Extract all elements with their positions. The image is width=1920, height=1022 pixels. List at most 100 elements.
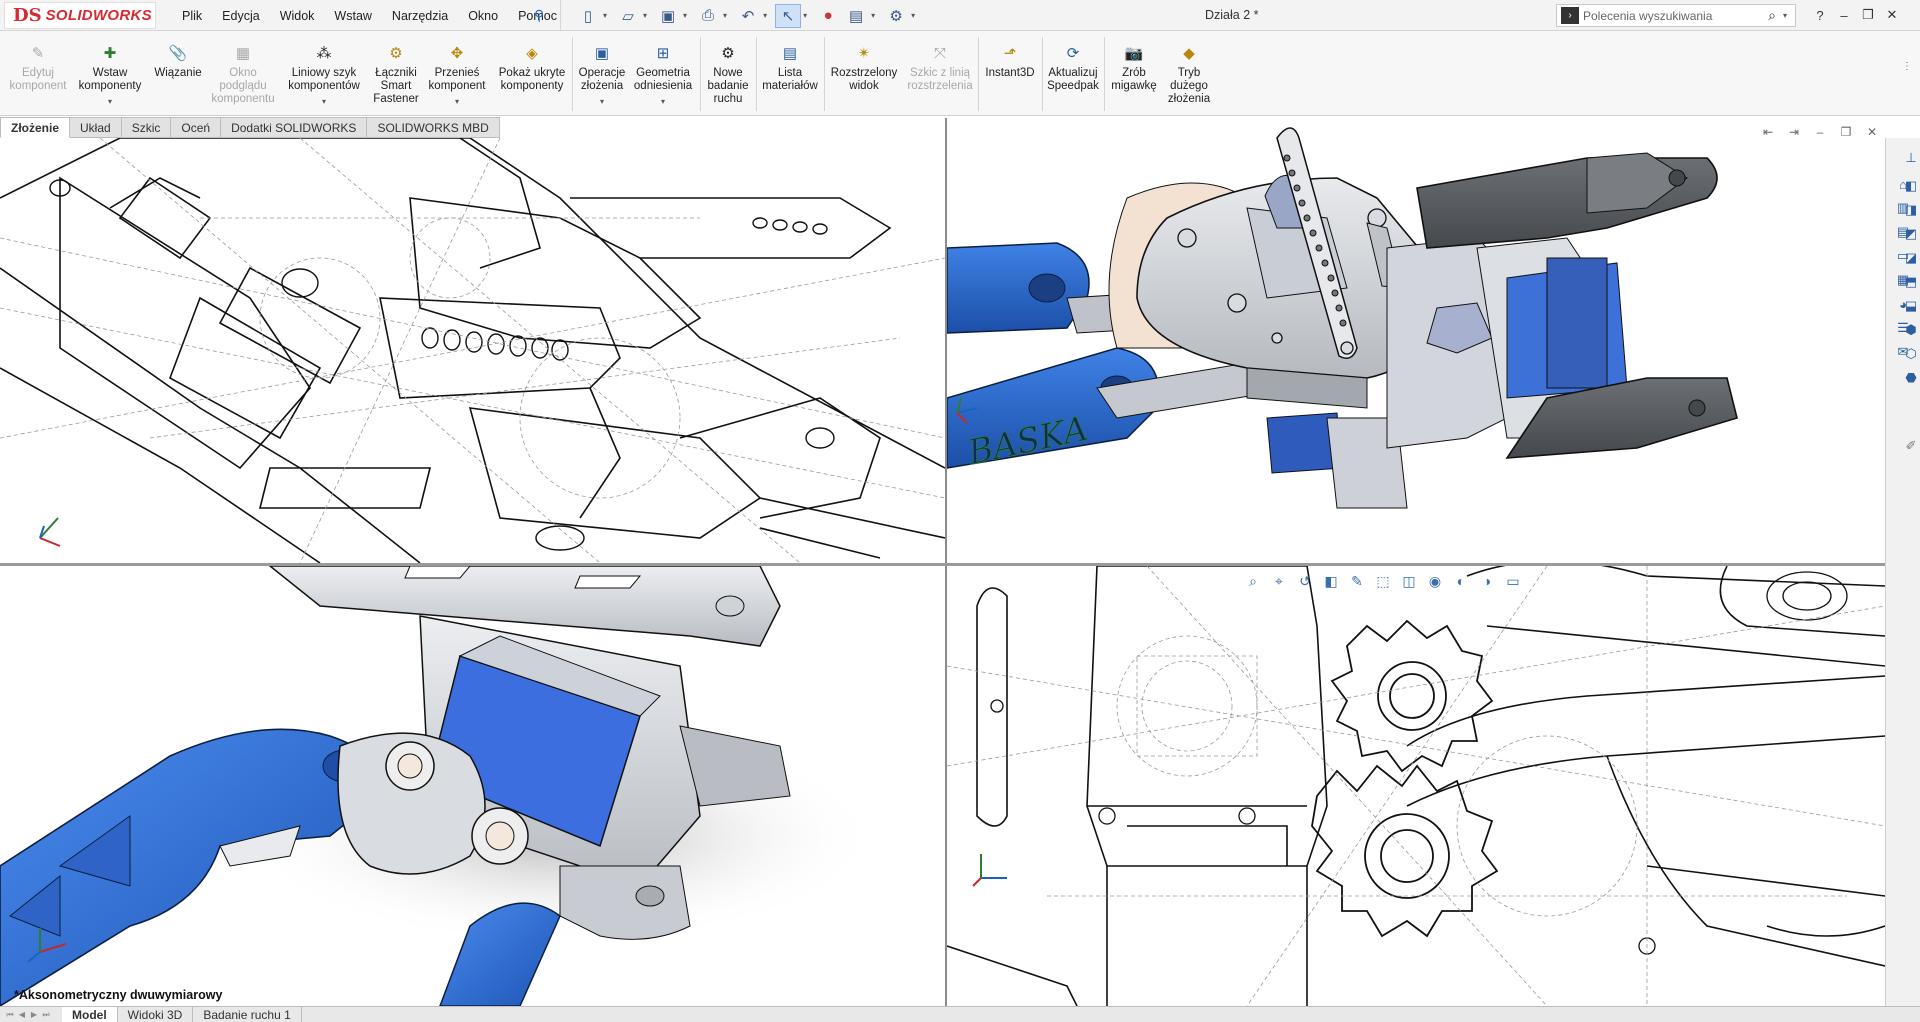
- previous-view-icon[interactable]: ↺: [1292, 570, 1318, 592]
- next-tab-icon[interactable]: ▶: [28, 1010, 40, 1020]
- chevron-down-icon[interactable]: ▾: [723, 11, 727, 20]
- tab-sketch[interactable]: Szkic: [121, 117, 172, 138]
- tab-assembly[interactable]: Złożenie: [0, 117, 71, 138]
- large-assembly-mode-button[interactable]: ◆ Tryb dużego złożenia: [1160, 43, 1218, 106]
- view-trimetric-icon[interactable]: ⬡: [1900, 344, 1920, 364]
- viewport-bottom-right[interactable]: [947, 566, 1885, 1006]
- menu-edit[interactable]: Edycja: [212, 9, 270, 23]
- update-speedpak-button[interactable]: ⟳ Aktualizuj Speedpak: [1044, 43, 1102, 93]
- tab-evaluate[interactable]: Oceń: [171, 117, 222, 138]
- solidworks-logo[interactable]: DS SOLIDWORKS: [4, 2, 156, 29]
- close-icon[interactable]: ✕: [1859, 124, 1885, 140]
- apply-scene-icon[interactable]: ◑: [1474, 570, 1500, 592]
- hide-show-items-icon[interactable]: ◉: [1422, 570, 1448, 592]
- mate-button[interactable]: 📎 Wiązanie: [150, 43, 206, 80]
- chevron-down-icon[interactable]: ▾: [1783, 11, 1787, 20]
- view-front-icon[interactable]: ◧: [1900, 176, 1920, 196]
- restore-icon[interactable]: ❐: [1856, 4, 1880, 26]
- dynamic-annotation-icon[interactable]: ✎: [1344, 570, 1370, 592]
- exploded-view-button[interactable]: ✴ Rozstrzelony widok: [828, 43, 900, 93]
- move-component-button[interactable]: ✥ Przenieś komponent ▾: [426, 43, 488, 108]
- take-snapshot-button[interactable]: 📷 Zrób migawkę: [1106, 43, 1162, 93]
- first-tab-icon[interactable]: ⏮: [4, 1010, 16, 1020]
- viewport-vertical-splitter[interactable]: [945, 118, 947, 1006]
- last-tab-icon[interactable]: ⏭: [40, 1010, 52, 1020]
- ribbon-collapse-icon[interactable]: ⋮: [1902, 61, 1912, 72]
- chevron-down-icon[interactable]: ▾: [643, 11, 647, 20]
- edit-component-button[interactable]: ✎ Edytuj komponent: [6, 43, 70, 93]
- show-hidden-components-button[interactable]: ◈ Pokaż ukryte komponenty: [496, 43, 568, 93]
- tab-solidworks-mbd[interactable]: SOLIDWORKS MBD: [367, 117, 500, 138]
- menu-insert[interactable]: Wstaw: [324, 9, 382, 23]
- options-gear-icon[interactable]: ⚙: [883, 4, 909, 28]
- assembly-features-button[interactable]: ▣ Operacje złożenia ▾: [574, 43, 630, 108]
- chevron-down-icon[interactable]: ▾: [322, 95, 326, 108]
- undo-icon[interactable]: ↶: [735, 4, 761, 28]
- new-motion-study-button[interactable]: ⚙ Nowe badanie ruchu: [702, 43, 754, 106]
- component-preview-button[interactable]: ▦ Okno podglądu komponentu: [208, 43, 278, 106]
- tab-model[interactable]: Model: [62, 1007, 118, 1022]
- tab-3d-views[interactable]: Widoki 3D: [118, 1007, 194, 1022]
- file-properties-icon[interactable]: ▤: [843, 4, 869, 28]
- search-icon[interactable]: ⌕: [1761, 7, 1783, 24]
- prev-tab-icon[interactable]: ◀: [16, 1010, 28, 1020]
- minimize-icon[interactable]: –: [1832, 4, 1856, 26]
- viewport-horizontal-splitter[interactable]: [0, 563, 1885, 566]
- chevron-down-icon[interactable]: ▾: [108, 95, 112, 108]
- rebuild-traffic-light-icon[interactable]: ●: [815, 4, 841, 28]
- help-icon[interactable]: ?: [1808, 4, 1832, 26]
- pin-icon[interactable]: ⚲: [534, 7, 544, 24]
- view-left-icon[interactable]: ◩: [1900, 224, 1920, 244]
- chevron-down-icon[interactable]: ▾: [803, 11, 807, 20]
- tab-motion-study[interactable]: Badanie ruchu 1: [193, 1007, 302, 1022]
- viewport-top-left[interactable]: [0, 138, 945, 563]
- close-icon[interactable]: ✕: [1880, 4, 1904, 26]
- viewport-top-right[interactable]: BASKA: [947, 118, 1885, 563]
- link-views-icon[interactable]: ⇤: [1755, 124, 1781, 140]
- menu-tools[interactable]: Narzędzia: [382, 9, 458, 23]
- minimize-icon[interactable]: –: [1807, 124, 1833, 140]
- menu-view[interactable]: Widok: [270, 9, 325, 23]
- instant3d-button[interactable]: ⬏ Instant3D: [980, 43, 1040, 80]
- reference-geometry-button[interactable]: ⊞ Geometria odniesienia ▾: [630, 43, 696, 108]
- menu-window[interactable]: Okno: [458, 9, 508, 23]
- tab-solidworks-addins[interactable]: Dodatki SOLIDWORKS: [221, 117, 368, 138]
- view-right-icon[interactable]: ◪: [1900, 248, 1920, 268]
- tab-layout[interactable]: Układ: [70, 117, 122, 138]
- view-settings-icon[interactable]: ▭: [1500, 570, 1526, 592]
- view-isometric-icon[interactable]: ⬢: [1900, 320, 1920, 340]
- section-view-icon[interactable]: ◧: [1318, 570, 1344, 592]
- chevron-down-icon[interactable]: ▾: [683, 11, 687, 20]
- new-document-icon[interactable]: ▯: [575, 4, 601, 28]
- view-dimetric-icon[interactable]: ⬣: [1900, 368, 1920, 388]
- chevron-down-icon[interactable]: ▾: [763, 11, 767, 20]
- chevron-down-icon[interactable]: ▾: [600, 95, 604, 108]
- zoom-to-area-icon[interactable]: ⌖: [1266, 570, 1292, 592]
- print-icon[interactable]: ⎙: [695, 4, 721, 28]
- select-pointer-icon[interactable]: ↖: [775, 3, 802, 28]
- open-folder-icon[interactable]: ▱: [615, 4, 641, 28]
- restore-icon[interactable]: ❐: [1833, 124, 1859, 140]
- measure-tool-icon[interactable]: ✐: [1900, 436, 1920, 456]
- viewport-bottom-left[interactable]: [0, 566, 945, 1006]
- edit-appearance-icon[interactable]: ◐: [1448, 570, 1474, 592]
- chevron-down-icon[interactable]: ▾: [911, 11, 915, 20]
- save-icon[interactable]: ▣: [655, 4, 681, 28]
- view-bottom-icon[interactable]: ⬓: [1900, 296, 1920, 316]
- view-top-icon[interactable]: ⬒: [1900, 272, 1920, 292]
- chevron-down-icon[interactable]: ▾: [871, 11, 875, 20]
- split-view-icon[interactable]: ⇥: [1781, 124, 1807, 140]
- chevron-down-icon[interactable]: ▾: [455, 95, 459, 108]
- zoom-to-fit-icon[interactable]: ⌕: [1240, 570, 1266, 592]
- view-orientation-icon[interactable]: ⬚: [1370, 570, 1396, 592]
- insert-components-button[interactable]: ✚ Wstaw komponenty ▾: [74, 43, 146, 108]
- view-back-icon[interactable]: ◨: [1900, 200, 1920, 220]
- triad-view-icon[interactable]: ⊥: [1900, 148, 1920, 168]
- menu-file[interactable]: Plik: [172, 9, 212, 23]
- display-style-icon[interactable]: ◫: [1396, 570, 1422, 592]
- bill-of-materials-button[interactable]: ▤ Lista materiałów: [758, 43, 822, 93]
- chevron-down-icon[interactable]: ▾: [603, 11, 607, 20]
- chevron-down-icon[interactable]: ▾: [661, 95, 665, 108]
- smart-fasteners-button[interactable]: ⚙ Łączniki Smart Fastener: [368, 43, 424, 106]
- linear-pattern-button[interactable]: ⁂ Liniowy szyk komponentów ▾: [282, 43, 366, 108]
